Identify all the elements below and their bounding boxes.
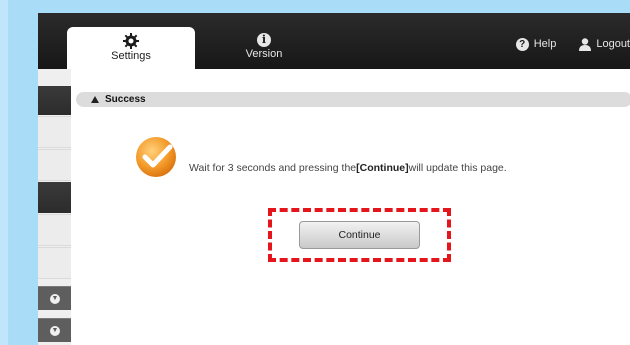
sidebar-item[interactable] [38, 149, 71, 181]
top-navigation-bar: Settings i Version ? Help Logout [38, 13, 630, 70]
frame-edge [0, 0, 8, 345]
status-message: Wait for 3 seconds and pressing the[Cont… [189, 162, 507, 174]
logout-link[interactable]: Logout [596, 38, 630, 50]
tab-version-label: Version [245, 48, 283, 60]
help-icon[interactable]: ? [515, 37, 529, 51]
main-content: Success Wait for 3 seconds and pressing … [71, 69, 630, 345]
message-continue-keyword: [Continue] [356, 162, 409, 174]
message-prefix: Wait for 3 seconds and pressing the [189, 162, 357, 174]
sidebar-expand-button[interactable]: ▼ [38, 286, 71, 310]
sidebar-item[interactable] [38, 247, 71, 279]
sidebar-item[interactable] [38, 182, 71, 213]
router-admin-page: Settings i Version ? Help Logout ▼ ▼ Suc… [38, 13, 630, 345]
success-check-icon [136, 137, 176, 177]
status-title: Success [105, 94, 146, 105]
sidebar-item[interactable] [38, 116, 71, 148]
tab-settings-label: Settings [111, 50, 151, 62]
sidebar-item[interactable] [38, 86, 71, 115]
user-icon[interactable] [579, 37, 592, 51]
header-actions: ? Help Logout [515, 36, 630, 52]
left-sidebar: ▼ ▼ [38, 69, 71, 345]
continue-button[interactable]: Continue [299, 221, 420, 249]
status-header: Success [76, 92, 630, 107]
chevron-down-icon: ▼ [50, 294, 60, 304]
sidebar-expand-button[interactable]: ▼ [38, 318, 71, 342]
tab-settings[interactable]: Settings [67, 27, 195, 70]
gear-icon [123, 33, 139, 49]
warning-icon [91, 96, 99, 103]
sidebar-item[interactable] [38, 214, 71, 246]
help-link[interactable]: Help [534, 38, 557, 50]
message-suffix: will update this page. [408, 162, 507, 174]
tab-version[interactable]: i Version [228, 33, 300, 69]
chevron-down-icon: ▼ [50, 326, 60, 336]
info-icon: i [257, 33, 271, 47]
